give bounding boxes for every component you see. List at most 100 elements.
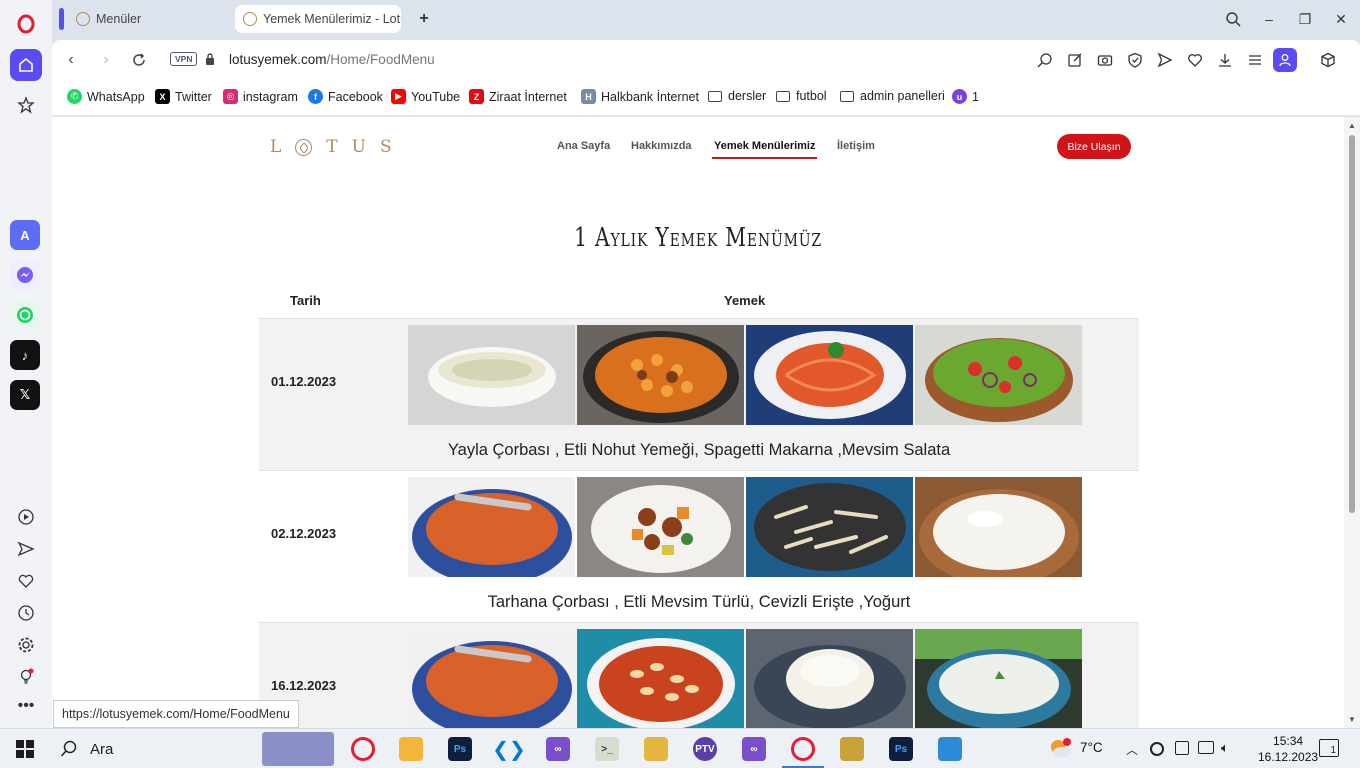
page-title: 1 Aylık Yemek Menümüz <box>574 223 822 253</box>
terminal-icon[interactable]: >_ <box>595 737 619 761</box>
restore-button[interactable]: ❐ <box>1294 8 1316 30</box>
close-window-button[interactable]: ✕ <box>1330 8 1352 30</box>
lock-icon[interactable] <box>205 53 215 65</box>
site-logo[interactable]: L TUS <box>270 137 406 157</box>
tab-search-icon[interactable] <box>1222 8 1244 30</box>
food-images <box>408 477 1082 577</box>
forward-arrow-icon[interactable]: › <box>95 49 117 71</box>
nav-ana-sayfa[interactable]: Ana Sayfa <box>557 140 610 152</box>
food-image-yayla-corbasi <box>408 325 575 425</box>
notification-icon[interactable]: 1 <box>1319 739 1339 757</box>
tray-chevron-icon[interactable]: ︿ <box>1126 741 1138 758</box>
food-image-pilav <box>746 629 913 728</box>
reload-icon[interactable] <box>128 49 150 71</box>
snipping-tool-icon[interactable] <box>840 737 864 761</box>
heart-tool-icon[interactable] <box>1185 50 1205 70</box>
lightbulb-icon[interactable] <box>10 661 42 693</box>
weather-icon[interactable] <box>1048 737 1072 759</box>
nav-hakkimizda[interactable]: Hakkımızda <box>631 140 692 152</box>
send-tool-icon[interactable] <box>1155 50 1175 70</box>
taskbar-opera-icon[interactable] <box>351 737 375 761</box>
workspace-indicator <box>59 8 64 30</box>
table-row: 02.12.2023 Tarhana Çorbası , Etli Mevsim… <box>259 470 1139 622</box>
download-icon[interactable] <box>1215 50 1235 70</box>
nav-iletisim[interactable]: İletişim <box>837 140 875 152</box>
photoshop-icon[interactable]: Ps <box>448 737 472 761</box>
visual-studio-2-icon[interactable]: ∞ <box>742 737 766 761</box>
ptv-icon[interactable]: PTV <box>693 737 717 761</box>
send-icon[interactable] <box>10 533 42 565</box>
windows-start-icon[interactable] <box>13 737 37 761</box>
tab-menuler[interactable]: Menüler <box>68 5 230 33</box>
search-highlight-image[interactable] <box>262 732 334 766</box>
food-images <box>408 629 1082 728</box>
page-scrollbar[interactable]: ▲ ▼ <box>1344 117 1360 728</box>
bookmark-folder-futbol[interactable]: futbol <box>776 89 827 103</box>
row-date: 02.12.2023 <box>271 526 337 541</box>
star-icon[interactable] <box>10 89 42 121</box>
scroll-thumb[interactable] <box>1349 135 1355 513</box>
bookmark-folder-dersler[interactable]: dersler <box>708 89 766 103</box>
vpn-badge[interactable]: VPN <box>170 52 198 66</box>
bookmark-instagram[interactable]: ◎ instagram <box>223 89 298 104</box>
messenger-icon[interactable] <box>10 260 40 290</box>
nav-yemek-menulerimiz[interactable]: Yemek Menülerimiz <box>714 140 816 152</box>
taskbar-opera-active-icon[interactable] <box>791 737 815 761</box>
camera-icon[interactable] <box>1095 50 1115 70</box>
aria-icon[interactable]: A <box>10 220 40 250</box>
url-field[interactable]: lotusyemek.com/Home/FoodMenu <box>229 52 435 67</box>
page-search-icon[interactable] <box>1035 50 1055 70</box>
food-image-yogurt <box>915 477 1082 577</box>
scroll-up-icon[interactable]: ▲ <box>1348 121 1356 130</box>
heart-icon[interactable] <box>10 565 42 597</box>
row-date: 01.12.2023 <box>271 374 337 389</box>
bookmark-facebook[interactable]: f Facebook <box>308 89 383 104</box>
bookmark-halkbank[interactable]: H Halkbank İnternet <box>581 89 699 104</box>
profile-avatar-icon[interactable] <box>1273 48 1297 72</box>
lotus-favicon-icon <box>243 12 257 26</box>
more-icon[interactable]: ••• <box>10 690 42 722</box>
bookmark-youtube[interactable]: ▶ YouTube <box>391 89 460 104</box>
volume-icon[interactable]: 🔈︎ <box>1221 740 1229 756</box>
whatsapp-sidebar-icon[interactable] <box>10 300 40 330</box>
tab-yemek-menulerimiz[interactable]: Yemek Menülerimiz - Lotu <box>235 5 401 33</box>
back-arrow-icon[interactable]: ‹ <box>60 49 82 71</box>
folder-icon <box>776 90 790 102</box>
edit-icon[interactable] <box>1065 50 1085 70</box>
player-icon[interactable] <box>10 501 42 533</box>
minimize-button[interactable]: – <box>1258 8 1280 30</box>
settings-gear-icon[interactable] <box>10 629 42 661</box>
opera-logo-icon[interactable] <box>10 8 42 40</box>
bookmark-whatsapp[interactable]: ✆ WhatsApp <box>67 89 145 104</box>
tiktok-icon[interactable]: ♪ <box>10 340 40 370</box>
bookmarks-bar: ✆ WhatsApp X Twitter ◎ instagram f Facebook … <box>52 80 1360 116</box>
food-image-etli-turlu <box>577 477 744 577</box>
record-icon[interactable] <box>1150 742 1164 756</box>
bookmark-folder-admin[interactable]: admin panelleri <box>840 89 945 103</box>
bookmark-extension[interactable]: u1 <box>952 89 979 104</box>
x-sidebar-icon[interactable]: 𝕏 <box>10 380 40 410</box>
home-icon[interactable] <box>10 49 42 81</box>
extensions-cube-icon[interactable] <box>1318 50 1338 70</box>
vscode-icon[interactable]: ❮❯ <box>492 737 526 761</box>
network-icon[interactable] <box>1198 741 1214 754</box>
new-tab-button[interactable]: + <box>413 8 435 30</box>
meet-icon[interactable] <box>1175 741 1189 755</box>
easy-setup-icon[interactable] <box>1245 50 1265 70</box>
database-icon[interactable] <box>644 737 668 761</box>
weather-temp[interactable]: 7°C <box>1080 740 1103 755</box>
photos-icon[interactable] <box>938 737 962 761</box>
history-icon[interactable] <box>10 597 42 629</box>
shield-icon[interactable] <box>1125 50 1145 70</box>
bookmark-ziraat[interactable]: Z Ziraat İnternet <box>469 89 567 104</box>
visual-studio-icon[interactable]: ∞ <box>546 737 570 761</box>
file-explorer-icon[interactable] <box>399 737 423 761</box>
taskbar-search[interactable]: Ara <box>50 735 260 763</box>
photoshop-2-icon[interactable]: Ps <box>889 737 913 761</box>
bookmark-twitter[interactable]: X Twitter <box>155 89 212 104</box>
system-clock[interactable]: 15:34 16.12.2023 <box>1258 733 1318 765</box>
contact-button[interactable]: Bize Ulaşın <box>1057 134 1131 159</box>
table-row: 16.12.2023 <box>259 622 1139 728</box>
scroll-down-icon[interactable]: ▼ <box>1348 715 1356 724</box>
folder-icon <box>708 90 722 102</box>
